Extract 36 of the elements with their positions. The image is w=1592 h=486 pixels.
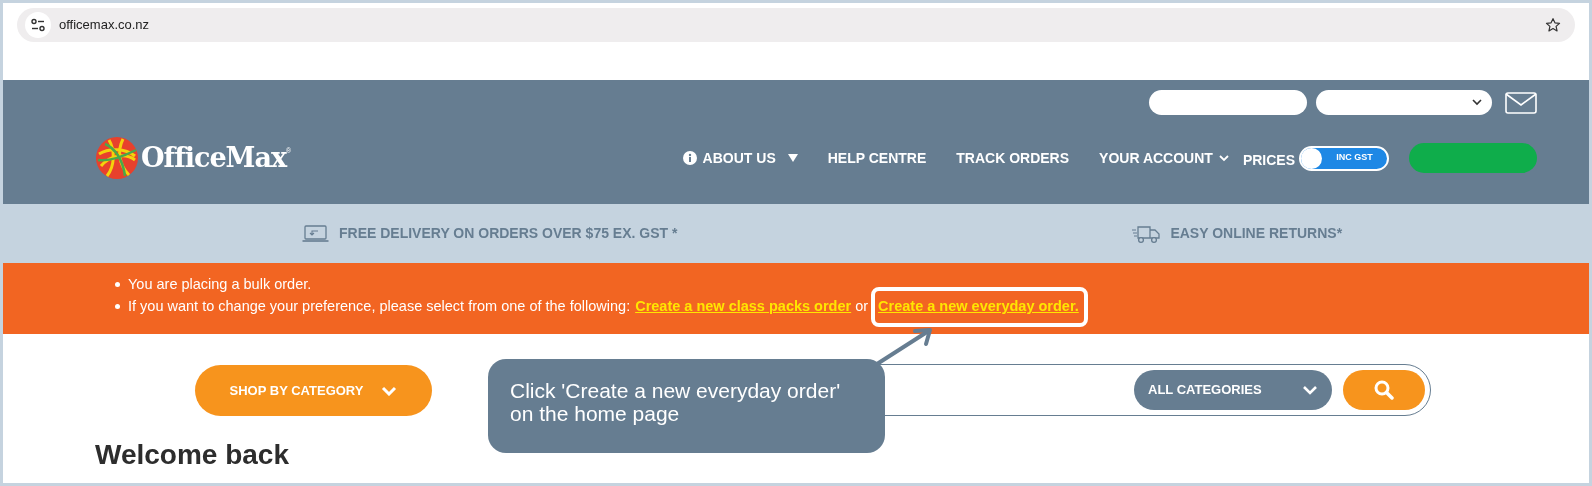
callout-box: Click 'Create a new everyday order' on the home page — [488, 359, 885, 453]
gst-toggle[interactable]: INC GST — [1299, 145, 1389, 171]
promo-text: EASY ONLINE RETURNS* — [1170, 224, 1343, 243]
nav-link[interactable]: YOUR ACCOUNT — [1099, 147, 1229, 169]
info-icon — [682, 151, 697, 165]
shop-by-category-button[interactable]: SHOP BY CATEGORY — [195, 365, 432, 416]
search-icon — [1374, 380, 1394, 400]
chevron-down-icon — [1218, 154, 1229, 162]
everyday-order-link[interactable]: Create a new everyday order. — [878, 298, 1079, 314]
search-button[interactable] — [1343, 370, 1425, 410]
bullet-icon — [115, 303, 120, 309]
prices-label: PRICES — [1242, 150, 1295, 170]
notice-text: If you want to change your preference, please select from one of the following: — [128, 297, 631, 316]
caret-icon — [787, 154, 798, 162]
class-packs-link[interactable]: Create a new class packs order — [635, 295, 852, 317]
truck-icon — [1132, 223, 1161, 244]
category-dropdown[interactable]: ALL CATEGORIES — [1134, 370, 1332, 410]
nav-link[interactable]: TRACK ORDERS — [956, 147, 1070, 169]
bookmark-star-icon[interactable] — [1545, 17, 1561, 33]
nav-link[interactable]: ABOUT US — [682, 147, 798, 169]
text-field[interactable] — [1149, 90, 1307, 115]
promo-text: FREE DELIVERY ON ORDERS OVER $75 EX. GST * — [339, 224, 678, 243]
page-heading: Welcome back — [95, 438, 290, 472]
notice-text: or — [855, 297, 869, 316]
notice-text: You are placing a bulk order. — [128, 275, 312, 294]
laptop-icon — [302, 224, 329, 243]
url-text: officemax.co.nz — [59, 16, 150, 35]
bullet-icon — [115, 281, 120, 287]
address-bar[interactable]: officemax.co.nz — [17, 8, 1575, 42]
nav-link[interactable]: HELP CENTRE — [827, 147, 927, 169]
chevron-down-icon — [1472, 99, 1482, 106]
site-settings-icon[interactable] — [25, 12, 51, 38]
chevron-down-icon — [381, 385, 398, 396]
dropdown-field[interactable] — [1316, 90, 1492, 115]
chevron-down-icon — [1302, 385, 1318, 395]
mail-icon[interactable] — [1505, 91, 1537, 114]
